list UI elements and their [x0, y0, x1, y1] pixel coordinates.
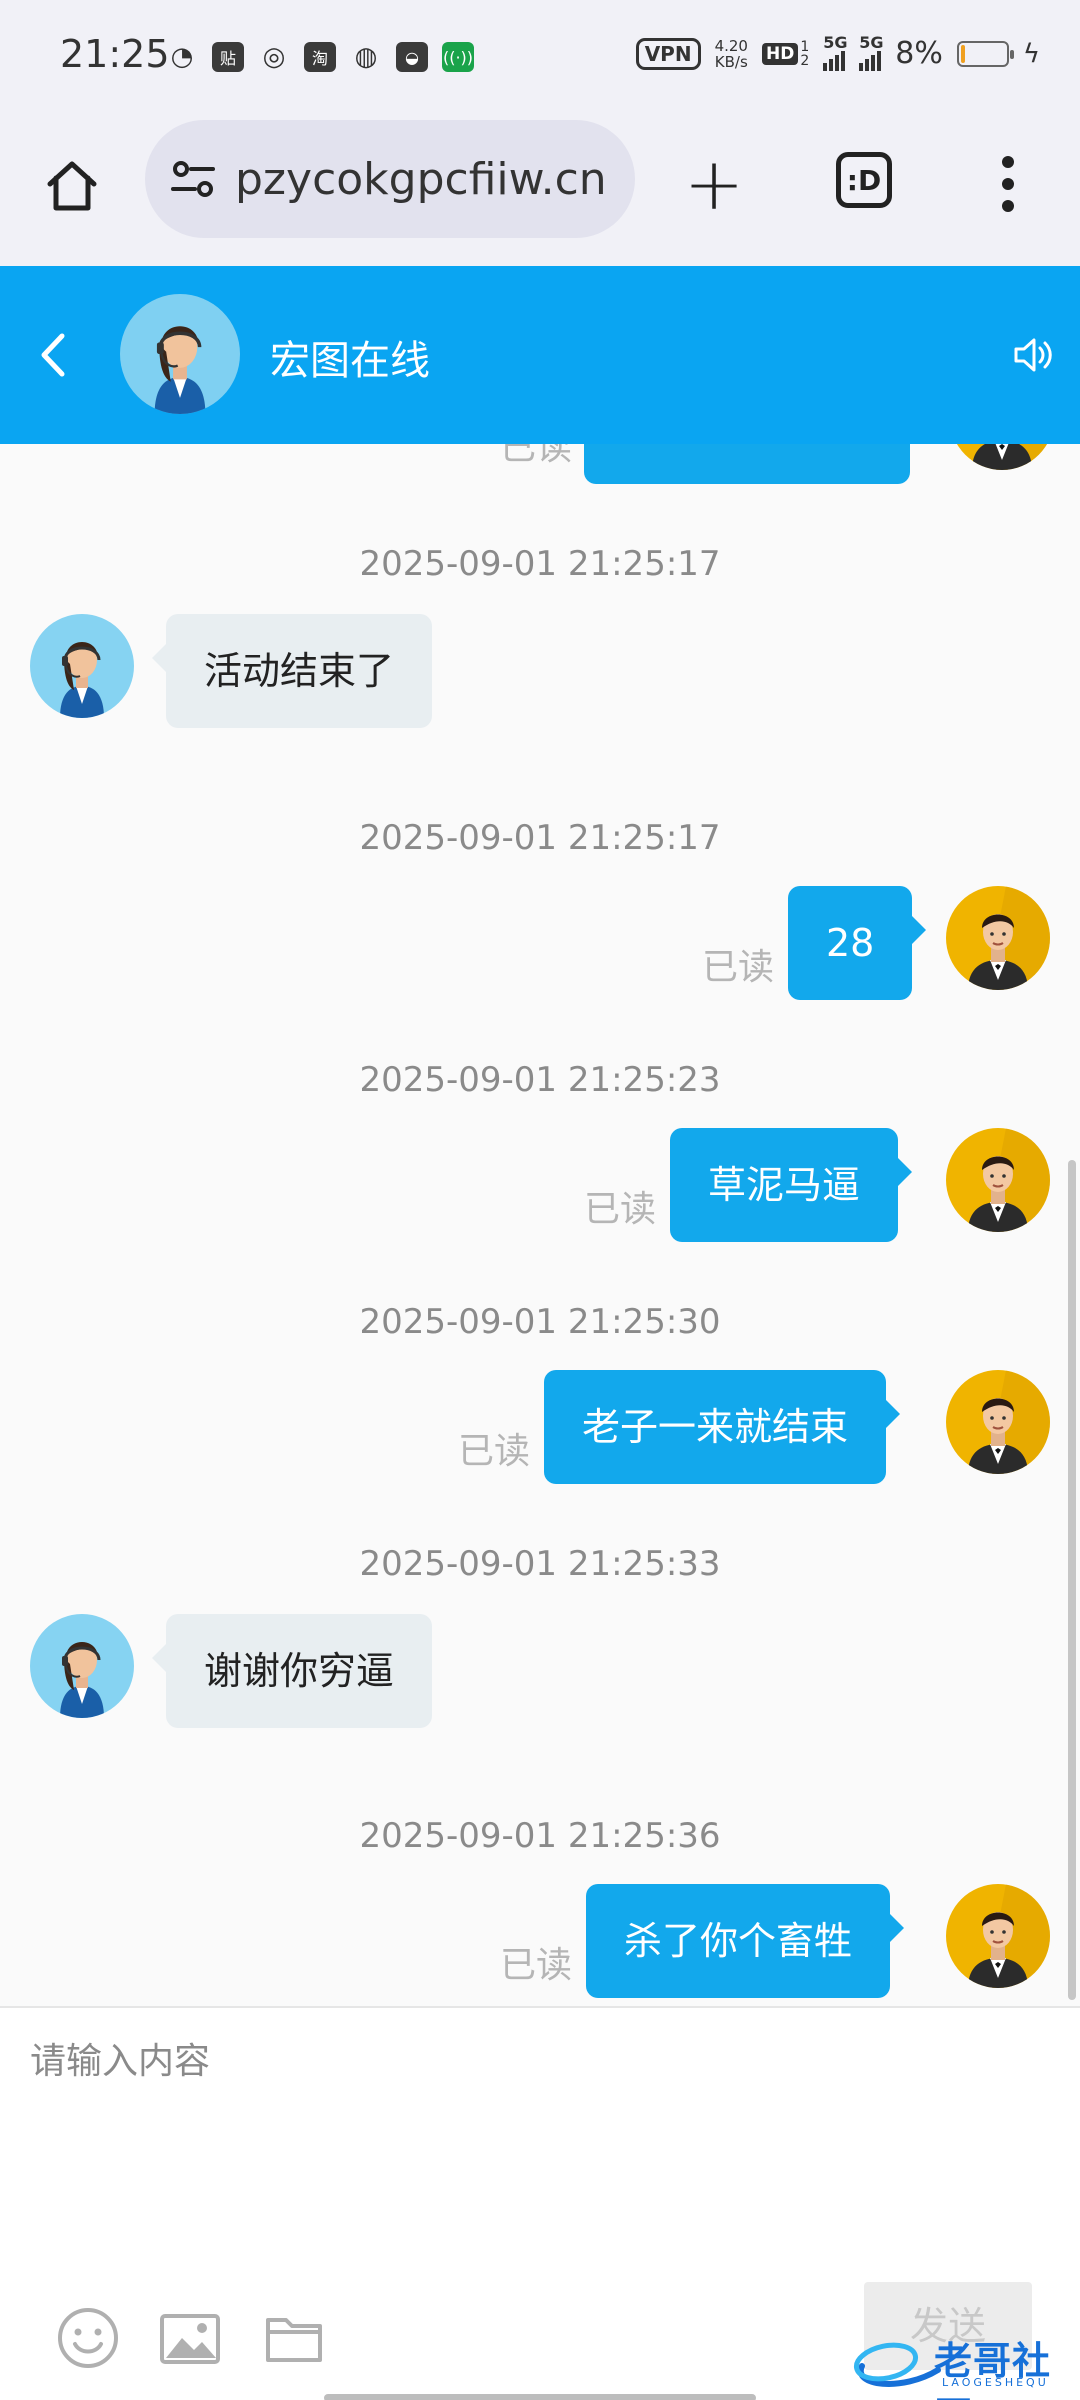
message-input[interactable] — [30, 2032, 1050, 2232]
status-time: 21:25 — [60, 32, 170, 76]
scrollbar[interactable] — [1068, 1160, 1076, 2000]
message-bubble-incoming[interactable]: 活动结束了 — [151, 614, 433, 728]
signal-icon-1: 5G — [823, 33, 848, 71]
message-timestamp: 2025-09-01 21:25:17 — [359, 544, 721, 584]
browser-toolbar: pzycokgpcfiiw.cn + :D — [0, 118, 1080, 266]
read-receipt: 已读 — [584, 1189, 657, 1230]
chat-title: 宏图在线 — [270, 338, 430, 384]
shopping-bag-icon: ◒ — [396, 42, 428, 72]
agent-avatar — [30, 1614, 134, 1718]
home-button[interactable] — [36, 150, 108, 222]
vpn-badge: VPN — [635, 37, 701, 70]
agent-avatar-icon — [154, 326, 206, 414]
read-receipt: 已读 — [500, 1945, 573, 1986]
message-bubble-outgoing[interactable]: 老子一来就结束 — [544, 1370, 901, 1484]
hd-sub-1: 1 — [800, 38, 810, 55]
new-tab-button[interactable]: + — [678, 148, 750, 220]
system-indicators: VPN 4.20 KB/s HD 1 2 5G 5G 8% ϟ — [635, 33, 1040, 71]
message-bubble-partial[interactable] — [584, 444, 910, 484]
more-menu-button[interactable] — [990, 150, 1026, 218]
back-button[interactable] — [34, 328, 74, 382]
user-avatar — [946, 1128, 1050, 1232]
wifi-hotspot-icon: ((·)) — [442, 42, 474, 72]
hd-badge: HD — [761, 42, 799, 65]
network-speed-unit: KB/s — [714, 52, 748, 71]
user-avatar — [946, 886, 1050, 990]
menu-dot — [1002, 178, 1014, 190]
hd-indicator: HD 1 2 — [761, 38, 810, 69]
charging-icon: ϟ — [1022, 38, 1040, 69]
image-icon[interactable] — [158, 2306, 222, 2370]
hd-sub-2: 2 — [800, 52, 810, 69]
user-avatar — [946, 1884, 1050, 1988]
battery-fill — [960, 44, 965, 63]
watermark-logo: 老哥社区 LAOGESHEQU — [842, 2326, 1062, 2400]
message-timestamp: 2025-09-01 21:25:36 — [359, 1816, 721, 1856]
taobao-icon: 淘 — [304, 42, 336, 72]
chat-header: 宏图在线 — [0, 266, 1080, 444]
signal-label-2: 5G — [859, 32, 884, 52]
home-icon — [47, 161, 97, 211]
menu-dot — [1002, 200, 1014, 212]
battery-percent: 8% — [895, 36, 943, 71]
speaker-button[interactable] — [1010, 332, 1056, 378]
china-mobile-icon: ◍ — [354, 42, 378, 72]
watermark-subtext: LAOGESHEQU — [942, 2376, 1049, 2389]
status-bar: 21:25 ◔ 贴 ◎ 淘 ◍ ◒ ((·)) VPN 4.20 KB/s HD… — [0, 0, 1080, 118]
message-timestamp: 2025-09-01 21:25:30 — [359, 1302, 721, 1342]
emoji-icon[interactable] — [56, 2306, 120, 2370]
agent-avatar — [30, 614, 134, 718]
watermark-text: 老哥社区 — [934, 2339, 1052, 2400]
user-avatar — [946, 1370, 1050, 1474]
gesture-bar[interactable] — [324, 2394, 756, 2400]
menu-dot — [1002, 156, 1014, 168]
message-list[interactable]: 已读 2025-09-01 21:25:17 活动结束了 2025-09-01 … — [0, 444, 1080, 2006]
signal-label-1: 5G — [823, 32, 848, 52]
read-receipt: 已读 — [702, 947, 775, 988]
chrome-icon: ◎ — [262, 42, 286, 72]
url-text[interactable]: pzycokgpcfiiw.cn — [235, 154, 607, 205]
message-timestamp: 2025-09-01 21:25:23 — [359, 1060, 721, 1100]
tieba-icon: 贴 — [212, 42, 244, 72]
message-bubble-outgoing[interactable]: 杀了你个畜牲 — [586, 1884, 905, 1998]
address-bar[interactable]: pzycokgpcfiiw.cn — [145, 120, 635, 238]
message-bubble-outgoing[interactable]: 草泥马逼 — [670, 1128, 913, 1242]
message-bubble-outgoing[interactable]: 28 — [788, 886, 927, 1000]
user-avatar — [950, 444, 1054, 470]
read-receipt: 已读 — [458, 1431, 531, 1472]
folder-icon[interactable] — [262, 2306, 326, 2370]
composer: 发送 老哥社区 LAOGESHEQU — [0, 2006, 1080, 2400]
network-speed: 4.20 KB/s — [715, 38, 748, 70]
tab-switcher-button[interactable]: :D — [836, 152, 892, 208]
agent-avatar[interactable] — [120, 294, 240, 414]
network-speed-value: 4.20 — [714, 36, 748, 55]
weibo-icon: ◔ — [170, 42, 194, 72]
read-receipt: 已读 — [500, 444, 573, 468]
tune-icon — [171, 161, 215, 197]
message-bubble-incoming[interactable]: 谢谢你穷逼 — [151, 1614, 433, 1728]
signal-icon-2: 5G — [859, 33, 884, 71]
site-settings-button[interactable] — [167, 153, 219, 205]
message-timestamp: 2025-09-01 21:25:33 — [359, 1544, 721, 1584]
message-timestamp: 2025-09-01 21:25:17 — [359, 818, 721, 858]
battery-icon — [956, 40, 1014, 67]
notification-icons: ◔ 贴 ◎ 淘 ◍ ◒ ((·)) — [166, 42, 474, 72]
